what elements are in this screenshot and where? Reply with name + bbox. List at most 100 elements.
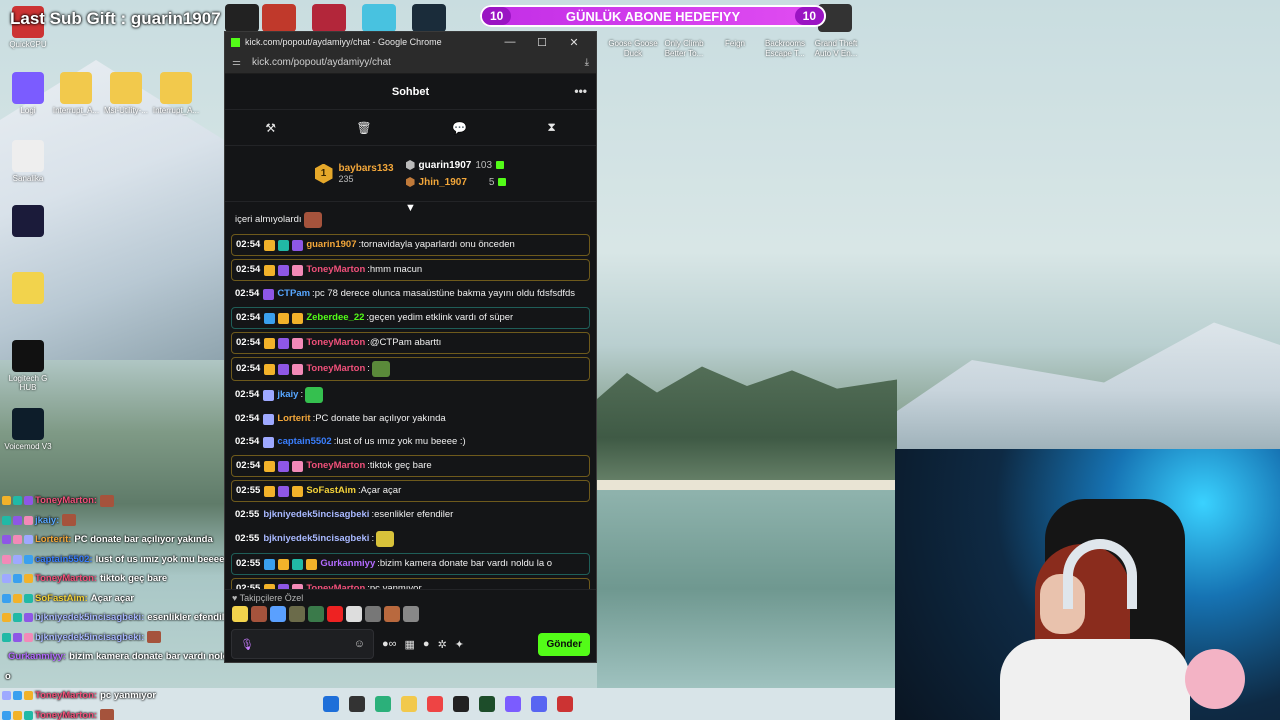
message-username[interactable]: Lorterit [277,412,310,426]
emote-icon[interactable] [346,606,362,622]
chat-message[interactable]: 02:55 bjkniyedek5incisagbeki: [231,528,590,550]
app-icon[interactable] [556,696,573,712]
desktop-icon-voicemod[interactable]: Voicemod V3 [0,408,56,451]
message-username[interactable]: bjkniyedek5incisagbeki [263,508,369,522]
badge-icon[interactable]: ✦ [455,638,464,651]
desktop-icon-sanalika[interactable]: Sanalika [0,140,56,183]
overlay-badge-icon [13,691,22,701]
message-username[interactable]: bjkniyedek5incisagbeki [263,532,369,546]
second-name[interactable]: guarin1907 [419,160,472,171]
logi-taskbar-icon[interactable] [504,696,521,712]
site-info-icon[interactable]: ⚌ [232,57,241,68]
emote-icon[interactable] [270,606,286,622]
message-time: 02:54 [236,363,261,374]
emote-icon[interactable] [308,606,324,622]
edge-icon[interactable] [374,696,391,712]
chat-message[interactable]: 02:54 jkaiy: [231,384,590,406]
emote-icon[interactable] [384,606,400,622]
chat-message[interactable]: 02:55 bjkniyedek5incisagbeki: esenlikler … [231,505,590,525]
message-time: 02:55 [236,583,261,589]
desktop-icon-interrupt1[interactable]: Interrupt_A... [48,72,104,115]
message-username[interactable]: guarin1907 [306,238,356,252]
chat-message[interactable]: 02:54 Zeberdee_22: geçen yedim etklink va… [231,307,590,329]
desktop-icon-logitech[interactable]: Logitech G HUB [0,340,56,392]
message-username[interactable]: ToneyMarton [306,582,365,589]
league-icon[interactable] [412,4,446,32]
chat-message[interactable]: 02:54 Lorterit: PC donate bar açılıyor ya… [231,409,590,429]
first-name[interactable]: baybars133 [339,163,394,174]
gta-label[interactable]: Grand Theft Auto V En... [806,39,866,59]
task-view-icon[interactable] [348,696,365,712]
chat-input[interactable]: 🎙 ☺ [231,629,374,659]
chat-message[interactable]: 02:55 SoFastAim: Açar açar [231,480,590,502]
chat-message[interactable]: 02:55 Gurkanmiyy: bizim kamera donate bar… [231,553,590,575]
emote-icon[interactable] [232,606,248,622]
goal-title: GÜNLÜK ABONE HEDEFIYY [565,8,741,24]
third-name[interactable]: Jhin_1907 [419,177,467,188]
chat-message[interactable]: 02:54 ToneyMarton: [231,357,590,381]
ban-hammer-icon[interactable]: ⚒ [265,121,276,135]
desktop-icon-folder[interactable] [0,272,56,306]
discord-icon[interactable] [530,696,547,712]
message-username[interactable]: ToneyMarton [306,362,365,376]
emoji-picker-icon[interactable]: ☺ [354,638,365,650]
more-options-icon[interactable]: ••• [574,84,587,98]
settings-icon[interactable]: ✲ [438,638,447,651]
chat-messages[interactable]: ▼ içeri almıyolardı 02:54 guarin1907: tor… [225,202,596,589]
message-username[interactable]: captain5502 [277,435,331,449]
shortcut-icon[interactable] [225,4,259,32]
download-icon[interactable]: ⤓ [585,57,589,68]
overlay-badge-icon [2,632,11,642]
chat-message[interactable]: 02:54 CTPam: pc 78 derece olunca masaüstü… [231,284,590,304]
emote-icon[interactable] [365,606,381,622]
chat-message[interactable]: 02:55 ToneyMarton: pc yanmıyor [231,578,590,589]
desktop-icon-game[interactable] [0,205,56,239]
heart-emote-icon[interactable] [327,606,343,622]
send-button[interactable]: Gönder [538,632,590,656]
emote-icon[interactable] [289,606,305,622]
chat-message[interactable]: 02:54 ToneyMarton: tiktok geç bare [231,455,590,477]
emote-icon[interactable] [251,606,267,622]
chat-message[interactable]: 02:54 ToneyMarton: @CTPam abarttı [231,332,590,354]
maximize-button[interactable]: ☐ [526,36,558,49]
message-username[interactable]: jkaiy [277,388,298,402]
hourglass-icon[interactable]: ⧗ [547,120,555,135]
trash-icon[interactable]: 🗑 [356,121,371,135]
chrome-icon[interactable] [426,696,443,712]
chat-bubble-icon[interactable]: 💬 [452,121,467,135]
user-badge-icon [264,264,276,276]
address-bar[interactable]: ⚌ kick.com/popout/aydamiyy/chat ⤓ [225,52,596,74]
gift-icon [498,178,507,186]
close-button[interactable]: ✕ [558,36,590,49]
url-text[interactable]: kick.com/popout/aydamiyy/chat [252,57,585,68]
message-username[interactable]: ToneyMarton [306,336,365,350]
message-username[interactable]: Zeberdee_22 [306,311,364,325]
minimize-button[interactable]: — [494,36,526,48]
file-explorer-icon[interactable] [400,696,417,712]
chat-message[interactable]: 02:54 ToneyMarton: hmm macun [231,259,590,281]
gift-box-icon[interactable]: ▦ [405,638,415,651]
chat-message[interactable]: 02:54 guarin1907: tornavidayla yaparlardı… [231,234,590,256]
obs-icon[interactable] [452,696,469,712]
mic-icon[interactable]: 🎙 [240,638,254,651]
chat-icon[interactable]: ● [423,638,430,650]
user-badge-icon [264,485,276,497]
message-username[interactable]: ToneyMarton [306,263,365,277]
shortcut-icon[interactable] [262,4,296,32]
chat-message[interactable]: 02:54 captain5502: lust of us ımız yok mu… [231,432,590,452]
overlay-chat-line: ToneyMarton: [2,706,237,720]
emote-icon[interactable] [403,606,419,622]
message-username[interactable]: ToneyMarton [306,459,365,473]
shortcut-icon[interactable] [362,4,396,32]
scroll-down-icon[interactable]: ▼ [405,202,416,214]
windows-start-icon[interactable] [322,696,339,712]
valorant-icon[interactable] [312,4,346,32]
desktop-icon-interrupt2[interactable]: Interrupt_A... [148,72,204,115]
nvidia-icon[interactable] [478,696,495,712]
quick-emote-icon[interactable]: ●∞ [382,638,397,650]
message-username[interactable]: CTPam [277,287,310,301]
message-username[interactable]: SoFastAim [306,484,356,498]
user-badge-icon [306,558,318,570]
message-username[interactable]: Gurkanmiyy [320,557,375,571]
desktop-icon-msi[interactable]: Msi-Utility-... [98,72,154,115]
